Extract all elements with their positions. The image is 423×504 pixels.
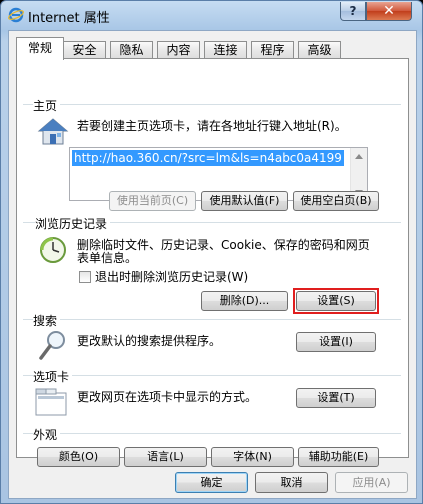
delete-history-button[interactable]: 删除(D)... [201,291,288,311]
tabs-section-title: 选项卡 [33,368,73,385]
home-description: 若要创建主页选项卡，请在各地址行键入地址(R)。 [77,119,347,133]
use-blank-button[interactable]: 使用空白页(B) [293,191,379,211]
home-section-title: 主页 [33,97,61,114]
search-section-line [23,319,401,320]
window-title: Internet 属性 [28,11,110,26]
tabs-window-icon [35,388,67,416]
tabs-description: 更改网页在选项卡中显示的方式。 [77,390,258,404]
tab-security[interactable]: 安全 [63,41,106,59]
use-default-button[interactable]: 使用默认值(F) [201,191,288,211]
appearance-section-line [23,433,401,434]
apply-button[interactable]: 应用(A) [335,472,408,493]
search-section-title: 搜索 [33,312,61,329]
title-bar[interactable]: Internet 属性 ? ✕ [1,1,422,29]
search-description: 更改默认的搜索提供程序。 [77,334,222,348]
tabs-settings-button[interactable]: 设置(T) [296,388,376,408]
internet-options-window: Internet 属性 ? ✕ 常规 安全 隐私 内容 连接 程序 高级 主页 … [0,0,423,504]
internet-explorer-icon [8,7,24,23]
tab-advanced[interactable]: 高级 [298,41,341,59]
fonts-button[interactable]: 字体(N) [211,447,294,467]
magnifier-icon [39,331,65,360]
appearance-section-title: 外观 [33,426,61,443]
tab-programs[interactable]: 程序 [251,41,294,59]
scroll-up-icon[interactable] [355,154,363,159]
home-icon [37,118,69,145]
highlight-box [293,288,379,314]
colors-button[interactable]: 颜色(O) [37,447,120,467]
history-section-title: 浏览历史记录 [35,215,111,232]
tab-general[interactable]: 常规 [16,37,64,60]
accessibility-button[interactable]: 辅助功能(E) [298,447,379,467]
languages-button[interactable]: 语言(L) [124,447,207,467]
cancel-button[interactable]: 取消 [255,472,328,493]
delete-on-exit-checkbox[interactable] [79,271,91,283]
tab-content[interactable]: 内容 [157,41,200,59]
ok-button[interactable]: 确定 [175,472,248,493]
general-tab-panel: 主页 若要创建主页选项卡，请在各地址行键入地址(R)。 http://hao.3… [16,58,409,467]
delete-on-exit-label[interactable]: 退出时删除浏览历史记录(W) [95,270,248,284]
history-description-line1: 删除临时文件、历史记录、Cookie、保存的密码和网页 [77,238,370,252]
home-section-line [23,104,401,105]
help-button[interactable]: ? [340,2,366,21]
history-description-line2: 表单信息。 [77,251,138,265]
use-current-page-button[interactable]: 使用当前页(C) [109,191,196,211]
tab-connections[interactable]: 连接 [204,41,247,59]
tabs-section-line [23,375,401,376]
close-button[interactable]: ✕ [366,2,412,21]
search-settings-button[interactable]: 设置(I) [296,332,376,352]
tab-privacy[interactable]: 隐私 [110,41,153,59]
dialog-body: 常规 安全 隐私 内容 连接 程序 高级 主页 若要创建主页选项卡，请在各地址行… [8,30,417,499]
home-page-url-text: http://hao.360.cn/?src=lm&ls=n4abc0a4199 [72,150,344,166]
history-clock-icon [40,237,66,263]
